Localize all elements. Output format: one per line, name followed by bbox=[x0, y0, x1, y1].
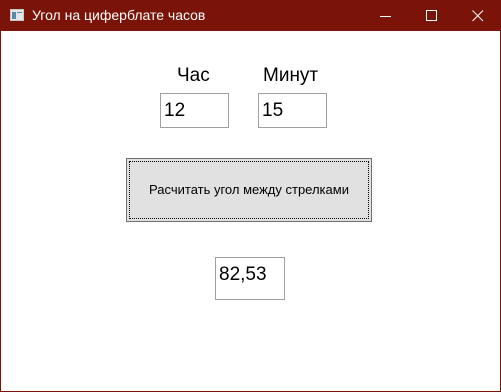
minimize-icon bbox=[380, 16, 391, 17]
hour-input[interactable]: 12 bbox=[160, 93, 229, 128]
hour-label: Час bbox=[177, 65, 210, 86]
calculate-button-label: Расчитать угол между стрелками bbox=[149, 182, 349, 197]
window-title: Угол на циферблате часов bbox=[32, 7, 206, 23]
minimize-button[interactable] bbox=[363, 0, 409, 31]
app-window: Угол на циферблате часов Час Минут 12 15… bbox=[0, 0, 501, 392]
minute-label: Минут bbox=[263, 65, 319, 86]
maximize-button[interactable] bbox=[409, 0, 455, 31]
app-icon bbox=[10, 9, 24, 21]
close-icon bbox=[472, 10, 484, 22]
result-field[interactable]: 82,53 bbox=[215, 257, 285, 300]
close-button[interactable] bbox=[455, 0, 501, 31]
minute-input[interactable]: 15 bbox=[258, 93, 327, 128]
maximize-icon bbox=[426, 10, 437, 21]
title-bar[interactable]: Угол на циферблате часов bbox=[1, 0, 501, 31]
calculate-angle-button[interactable]: Расчитать угол между стрелками bbox=[126, 158, 372, 222]
